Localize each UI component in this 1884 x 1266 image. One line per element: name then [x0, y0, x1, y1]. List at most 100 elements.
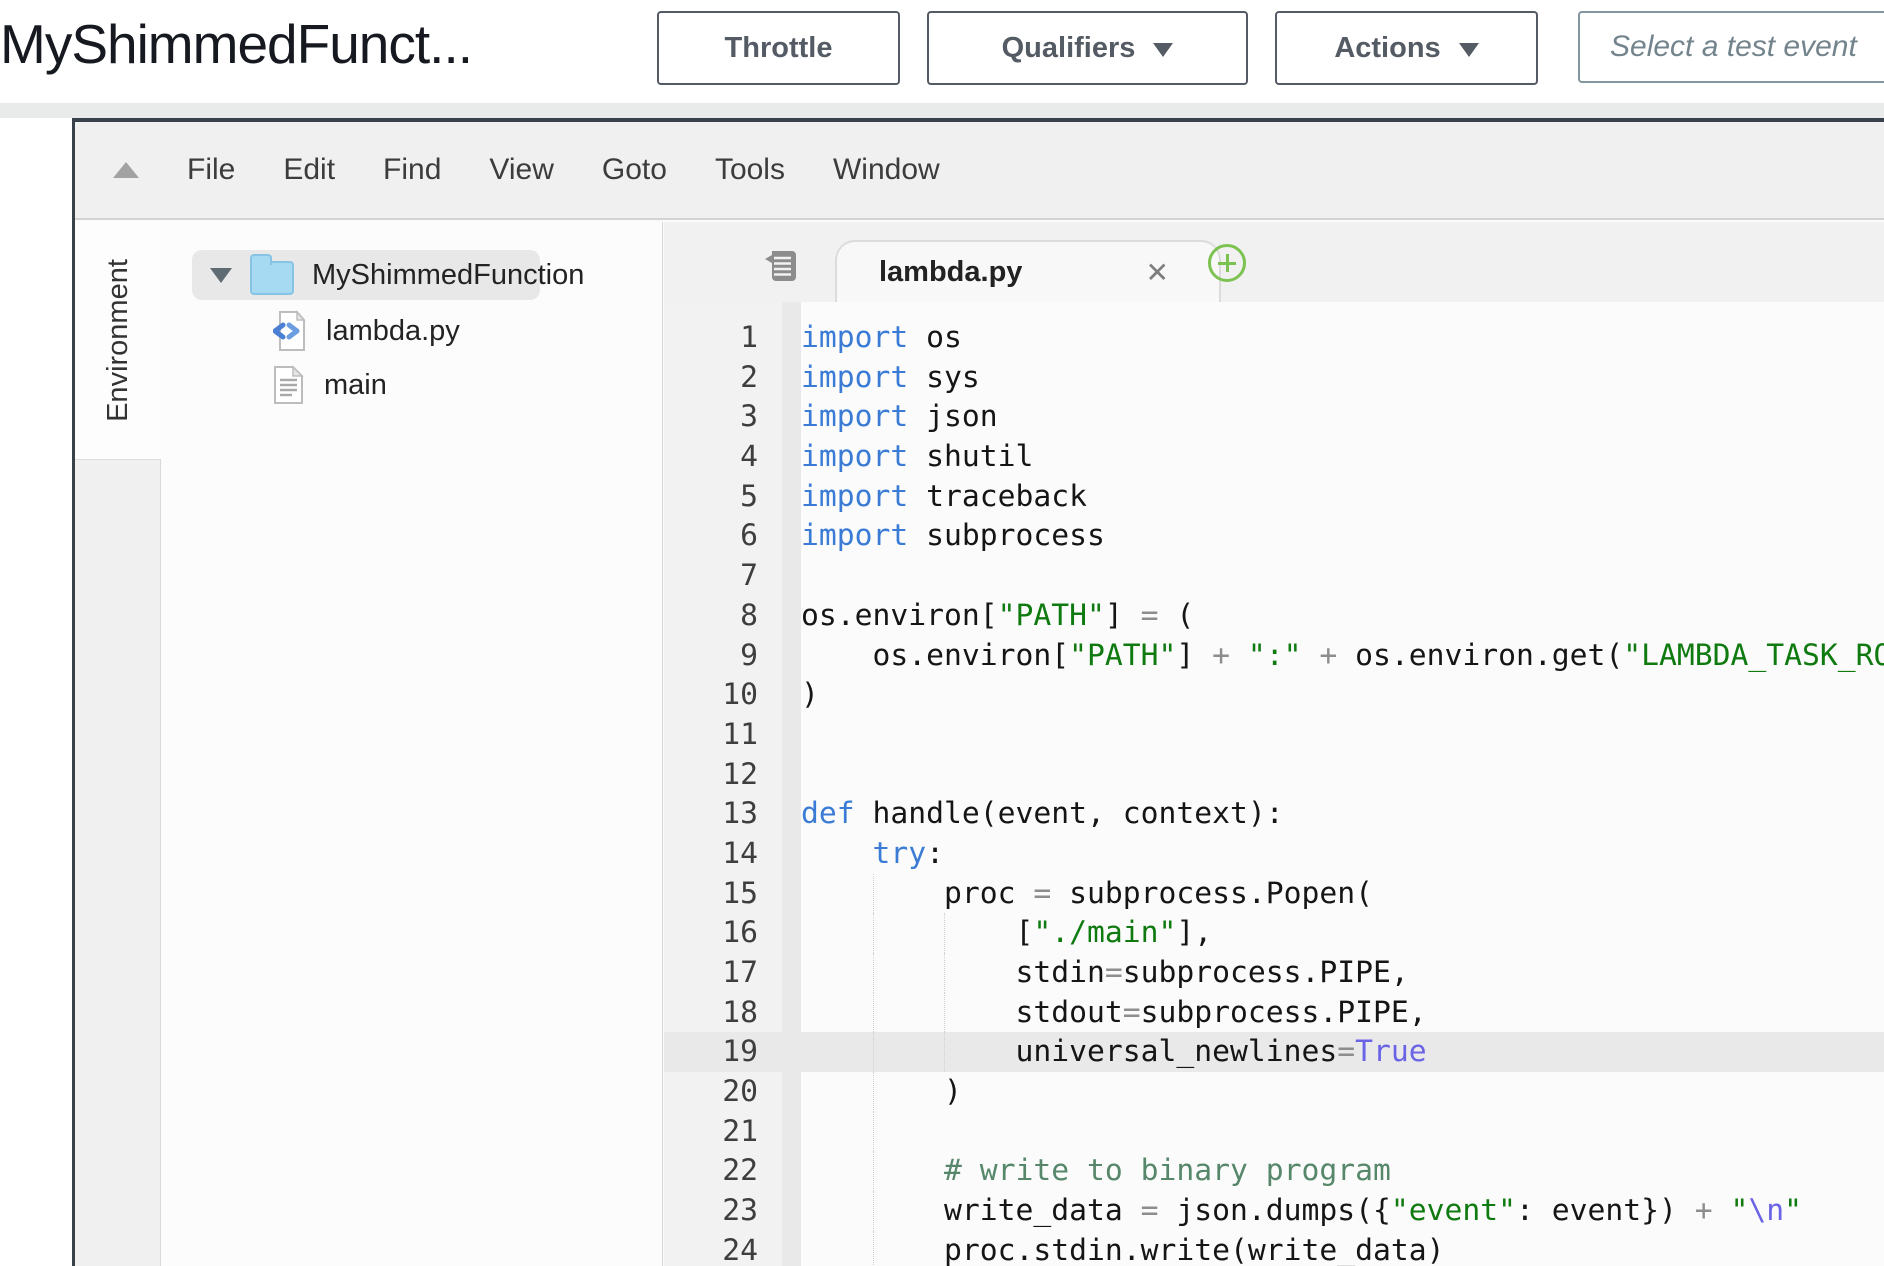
code-line-text: import os	[801, 318, 1884, 358]
code-line-18[interactable]: 18 stdout=subprocess.PIPE,	[664, 993, 1884, 1033]
fold-gutter[interactable]	[782, 1231, 801, 1266]
fold-gutter[interactable]	[782, 834, 801, 874]
test-event-select[interactable]: Select a test event	[1578, 11, 1884, 83]
fold-gutter[interactable]	[782, 318, 801, 358]
menu-item-tools[interactable]: Tools	[715, 153, 785, 187]
fold-gutter[interactable]	[782, 1191, 801, 1231]
fold-gutter[interactable]	[782, 755, 801, 795]
tab-list-icon[interactable]	[764, 250, 798, 282]
indent-guide	[873, 913, 874, 953]
line-number[interactable]: 18	[664, 993, 782, 1033]
code-line-16[interactable]: 16 ["./main"],	[664, 913, 1884, 953]
line-number[interactable]: 17	[664, 953, 782, 993]
line-number[interactable]: 22	[664, 1151, 782, 1191]
line-number[interactable]: 3	[664, 397, 782, 437]
fold-gutter[interactable]	[782, 358, 801, 398]
code-line-9[interactable]: 9 os.environ["PATH"] + ":" + os.environ.…	[664, 636, 1884, 676]
code-line-13[interactable]: 13def handle(event, context):	[664, 794, 1884, 834]
fold-gutter[interactable]	[782, 477, 801, 517]
line-number[interactable]: 12	[664, 755, 782, 795]
code-area[interactable]: 1 import os2import sys3import json4import…	[664, 302, 1884, 1266]
code-line-20[interactable]: 20 )	[664, 1072, 1884, 1112]
code-line-14[interactable]: 14 try:	[664, 834, 1884, 874]
folder-expand-icon[interactable]	[210, 268, 232, 283]
line-number[interactable]: 16	[664, 913, 782, 953]
fold-gutter[interactable]	[782, 675, 801, 715]
tree-row-root-folder[interactable]: MyShimmedFunction	[210, 250, 584, 300]
code-line-22[interactable]: 22 # write to binary program	[664, 1151, 1884, 1191]
function-title: MyShimmedFunct...	[0, 12, 650, 76]
code-line-1[interactable]: 1 import os	[664, 318, 1884, 358]
fold-gutter[interactable]	[782, 556, 801, 596]
line-number[interactable]: 4	[664, 437, 782, 477]
line-number[interactable]: 10	[664, 675, 782, 715]
code-line-15[interactable]: 15 proc = subprocess.Popen(	[664, 874, 1884, 914]
fold-gutter[interactable]	[782, 1032, 801, 1072]
fold-gutter[interactable]	[782, 993, 801, 1033]
code-line-6[interactable]: 6import subprocess	[664, 516, 1884, 556]
fold-gutter[interactable]	[782, 1112, 801, 1152]
line-number[interactable]: 9	[664, 636, 782, 676]
fold-gutter[interactable]	[782, 596, 801, 636]
code-line-12[interactable]: 12	[664, 755, 1884, 795]
menu-item-file[interactable]: File	[187, 153, 235, 187]
line-number[interactable]: 5	[664, 477, 782, 517]
line-number[interactable]: 6	[664, 516, 782, 556]
fold-gutter[interactable]	[782, 1151, 801, 1191]
fold-gutter[interactable]	[782, 874, 801, 914]
line-number[interactable]: 13	[664, 794, 782, 834]
code-line-11[interactable]: 11	[664, 715, 1884, 755]
new-tab-plus-icon[interactable]	[1208, 244, 1246, 282]
fold-gutter[interactable]	[782, 794, 801, 834]
line-number[interactable]: 15	[664, 874, 782, 914]
fold-gutter[interactable]	[782, 1072, 801, 1112]
line-number[interactable]: 20	[664, 1072, 782, 1112]
line-number[interactable]: 11	[664, 715, 782, 755]
actions-button[interactable]: Actions	[1275, 11, 1538, 85]
code-line-text	[801, 1112, 1884, 1152]
fold-gutter[interactable]	[782, 397, 801, 437]
line-number[interactable]: 2	[664, 358, 782, 398]
code-line-19[interactable]: 19 universal_newlines=True	[664, 1032, 1884, 1072]
fold-gutter[interactable]	[782, 636, 801, 676]
code-line-text: os.environ["PATH"] + ":" + os.environ.ge…	[801, 636, 1884, 676]
menu-item-goto[interactable]: Goto	[602, 153, 667, 187]
line-number[interactable]: 1	[664, 318, 782, 358]
code-line-10[interactable]: 10)	[664, 675, 1884, 715]
fold-gutter[interactable]	[782, 437, 801, 477]
throttle-button[interactable]: Throttle	[657, 11, 900, 85]
code-line-23[interactable]: 23 write_data = json.dumps({"event": eve…	[664, 1191, 1884, 1231]
line-number[interactable]: 8	[664, 596, 782, 636]
code-line-8[interactable]: 8os.environ["PATH"] = (	[664, 596, 1884, 636]
line-number[interactable]: 19	[664, 1032, 782, 1072]
code-line-7[interactable]: 7	[664, 556, 1884, 596]
fold-gutter[interactable]	[782, 715, 801, 755]
menu-item-view[interactable]: View	[489, 153, 553, 187]
fold-gutter[interactable]	[782, 913, 801, 953]
tab-lambda-py[interactable]: lambda.py ✕	[835, 240, 1221, 302]
tree-row-main[interactable]: main	[273, 362, 387, 408]
qualifiers-button[interactable]: Qualifiers	[927, 11, 1248, 85]
code-line-5[interactable]: 5import traceback	[664, 477, 1884, 517]
code-line-4[interactable]: 4import shutil	[664, 437, 1884, 477]
file-tree-panel: MyShimmedFunction lambda.py	[161, 222, 663, 1266]
line-number[interactable]: 7	[664, 556, 782, 596]
menu-item-find[interactable]: Find	[383, 153, 441, 187]
line-number[interactable]: 14	[664, 834, 782, 874]
tab-close-icon[interactable]: ✕	[1146, 256, 1169, 289]
code-line-3[interactable]: 3import json	[664, 397, 1884, 437]
line-number[interactable]: 24	[664, 1231, 782, 1266]
line-number[interactable]: 23	[664, 1191, 782, 1231]
menu-item-edit[interactable]: Edit	[283, 153, 335, 187]
code-line-17[interactable]: 17 stdin=subprocess.PIPE,	[664, 953, 1884, 993]
fold-gutter[interactable]	[782, 516, 801, 556]
environment-tab[interactable]: Environment	[75, 222, 161, 460]
line-number[interactable]: 21	[664, 1112, 782, 1152]
tree-row-lambda-py[interactable]: lambda.py	[273, 308, 460, 354]
fold-gutter[interactable]	[782, 953, 801, 993]
menu-item-window[interactable]: Window	[833, 153, 940, 187]
code-line-21[interactable]: 21	[664, 1112, 1884, 1152]
code-line-24[interactable]: 24 proc.stdin.write(write_data)	[664, 1231, 1884, 1266]
code-line-2[interactable]: 2import sys	[664, 358, 1884, 398]
collapse-menu-icon[interactable]	[113, 162, 139, 178]
